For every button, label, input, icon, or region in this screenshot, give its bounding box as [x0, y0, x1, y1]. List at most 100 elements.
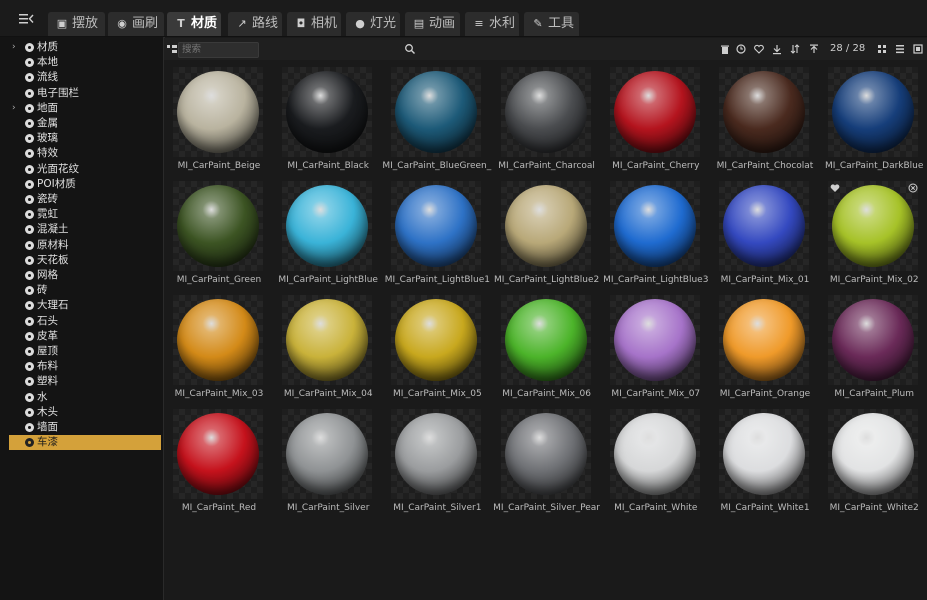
- search-input[interactable]: [178, 42, 259, 58]
- sidebar-item[interactable]: 石头: [9, 314, 161, 329]
- material-card[interactable]: MI_CarPaint_Mix_04: [273, 288, 375, 408]
- material-thumbnail[interactable]: [173, 295, 263, 385]
- sidebar-item[interactable]: 特效: [9, 146, 161, 161]
- sidebar-item[interactable]: 车漆: [9, 435, 161, 451]
- material-card[interactable]: MI_CarPaint_Cherry: [601, 60, 703, 180]
- material-card[interactable]: MI_CarPaint_LightBlue2: [492, 174, 599, 294]
- sidebar-item[interactable]: 砖: [9, 283, 161, 298]
- sidebar-item[interactable]: 原材料: [9, 238, 161, 253]
- tab-2[interactable]: ◉ 画刷: [108, 12, 164, 36]
- material-card[interactable]: MI_CarPaint_Mix_05: [382, 288, 484, 408]
- collapse-menu-icon[interactable]: [14, 11, 36, 27]
- material-thumbnail[interactable]: [609, 295, 700, 385]
- remove-icon[interactable]: [908, 183, 918, 193]
- tab-4[interactable]: ↗ 路线: [228, 12, 282, 36]
- material-thumbnail[interactable]: [173, 409, 263, 499]
- sidebar-item[interactable]: 水: [9, 390, 161, 405]
- history-icon[interactable]: [735, 43, 747, 55]
- tab-8[interactable]: ≡ 水利: [465, 12, 519, 36]
- material-thumbnail[interactable]: [173, 67, 263, 157]
- expand-arrow-icon[interactable]: ›: [12, 40, 20, 55]
- upload-icon[interactable]: [808, 43, 820, 55]
- sidebar-item[interactable]: 霓虹: [9, 207, 161, 222]
- sort-icon[interactable]: [789, 43, 801, 55]
- material-thumbnail[interactable]: [500, 409, 591, 499]
- material-card[interactable]: MI_CarPaint_LightBlue1: [382, 174, 490, 294]
- material-card[interactable]: MI_CarPaint_Green: [164, 174, 266, 294]
- tab-3[interactable]: T 材质: [167, 12, 221, 36]
- tab-1[interactable]: ▣ 摆放: [48, 12, 105, 36]
- detail-view-icon[interactable]: [912, 43, 924, 55]
- material-thumbnail[interactable]: [828, 295, 919, 385]
- sidebar-item[interactable]: 布料: [9, 359, 161, 374]
- material-thumbnail[interactable]: [828, 67, 919, 157]
- material-card[interactable]: MI_CarPaint_Plum: [819, 288, 921, 408]
- material-card[interactable]: MI_CarPaint_Charcoal: [492, 60, 595, 180]
- sidebar-item[interactable]: 混凝土: [9, 222, 161, 237]
- material-thumbnail[interactable]: [719, 409, 809, 499]
- material-card[interactable]: MI_CarPaint_White: [601, 402, 703, 522]
- material-card[interactable]: MI_CarPaint_Mix_03: [164, 288, 266, 408]
- expand-arrow-icon[interactable]: ›: [12, 101, 20, 116]
- sidebar-item[interactable]: 木头: [9, 405, 161, 420]
- material-thumbnail[interactable]: [500, 67, 591, 157]
- material-card[interactable]: MI_CarPaint_Mix_02: [819, 174, 921, 294]
- material-card[interactable]: MI_CarPaint_Mix_07: [601, 288, 703, 408]
- sidebar-item[interactable]: 金属: [9, 116, 161, 131]
- material-card[interactable]: MI_CarPaint_Silver_Pear: [492, 402, 600, 522]
- material-thumbnail[interactable]: [719, 181, 809, 271]
- material-thumbnail[interactable]: [391, 181, 482, 271]
- material-thumbnail[interactable]: [282, 409, 373, 499]
- material-thumbnail[interactable]: [391, 295, 482, 385]
- material-card[interactable]: MI_CarPaint_Beige: [164, 60, 266, 180]
- sidebar-item[interactable]: 流线: [9, 70, 161, 85]
- sidebar-item[interactable]: 瓷砖: [9, 192, 161, 207]
- sidebar-item[interactable]: 墙面: [9, 420, 161, 435]
- material-card[interactable]: MI_CarPaint_LightBlue: [273, 174, 378, 294]
- grid-view-icon[interactable]: [876, 43, 888, 55]
- material-thumbnail[interactable]: [500, 295, 591, 385]
- material-thumbnail[interactable]: [391, 67, 482, 157]
- sidebar-item[interactable]: 屋顶: [9, 344, 161, 359]
- material-thumbnail[interactable]: [500, 181, 591, 271]
- sidebar-item[interactable]: 玻璃: [9, 131, 161, 146]
- material-card[interactable]: MI_CarPaint_Silver1: [382, 402, 484, 522]
- material-card[interactable]: MI_CarPaint_White2: [819, 402, 921, 522]
- trash-icon[interactable]: [719, 43, 731, 55]
- sidebar-item[interactable]: 大理石: [9, 298, 161, 313]
- favorite-heart-icon[interactable]: [830, 183, 840, 193]
- material-card[interactable]: MI_CarPaint_Mix_06: [492, 288, 594, 408]
- list-view-icon[interactable]: [894, 43, 906, 55]
- material-thumbnail[interactable]: [609, 181, 700, 271]
- tab-7[interactable]: ▤ 动画: [405, 12, 460, 36]
- search-icon[interactable]: [404, 43, 416, 55]
- sidebar-item[interactable]: 电子围栏: [9, 86, 161, 101]
- material-thumbnail[interactable]: [609, 409, 700, 499]
- import-icon[interactable]: [771, 43, 783, 55]
- heart-icon[interactable]: [753, 43, 765, 55]
- tab-9[interactable]: ✎ 工具: [524, 12, 579, 36]
- material-thumbnail[interactable]: [828, 409, 919, 499]
- material-card[interactable]: MI_CarPaint_Mix_01: [710, 174, 812, 294]
- tab-5[interactable]: ◘ 相机: [287, 12, 341, 36]
- material-thumbnail[interactable]: [391, 409, 482, 499]
- sidebar-item[interactable]: 本地: [9, 55, 161, 70]
- sidebar-item[interactable]: 塑料: [9, 374, 161, 389]
- material-thumbnail[interactable]: [828, 181, 919, 271]
- material-card[interactable]: MI_CarPaint_LightBlue3: [601, 174, 708, 294]
- sidebar-item[interactable]: › 材质: [9, 40, 161, 55]
- material-thumbnail[interactable]: [609, 67, 700, 157]
- material-thumbnail[interactable]: [282, 67, 373, 157]
- sidebar-item[interactable]: 皮革: [9, 329, 161, 344]
- sidebar-item[interactable]: › 地面: [9, 101, 161, 116]
- material-card[interactable]: MI_CarPaint_BlueGreen_Pe: [382, 60, 492, 180]
- material-card[interactable]: MI_CarPaint_White1: [710, 402, 812, 522]
- material-card[interactable]: MI_CarPaint_Orange: [710, 288, 812, 408]
- sidebar-item[interactable]: 光面花纹: [9, 162, 161, 177]
- material-thumbnail[interactable]: [282, 295, 373, 385]
- material-card[interactable]: MI_CarPaint_Red: [164, 402, 266, 522]
- sidebar-item[interactable]: POI材质: [9, 177, 161, 192]
- sidebar-item[interactable]: 天花板: [9, 253, 161, 268]
- material-thumbnail[interactable]: [719, 295, 809, 385]
- tab-6[interactable]: ● 灯光: [346, 12, 400, 36]
